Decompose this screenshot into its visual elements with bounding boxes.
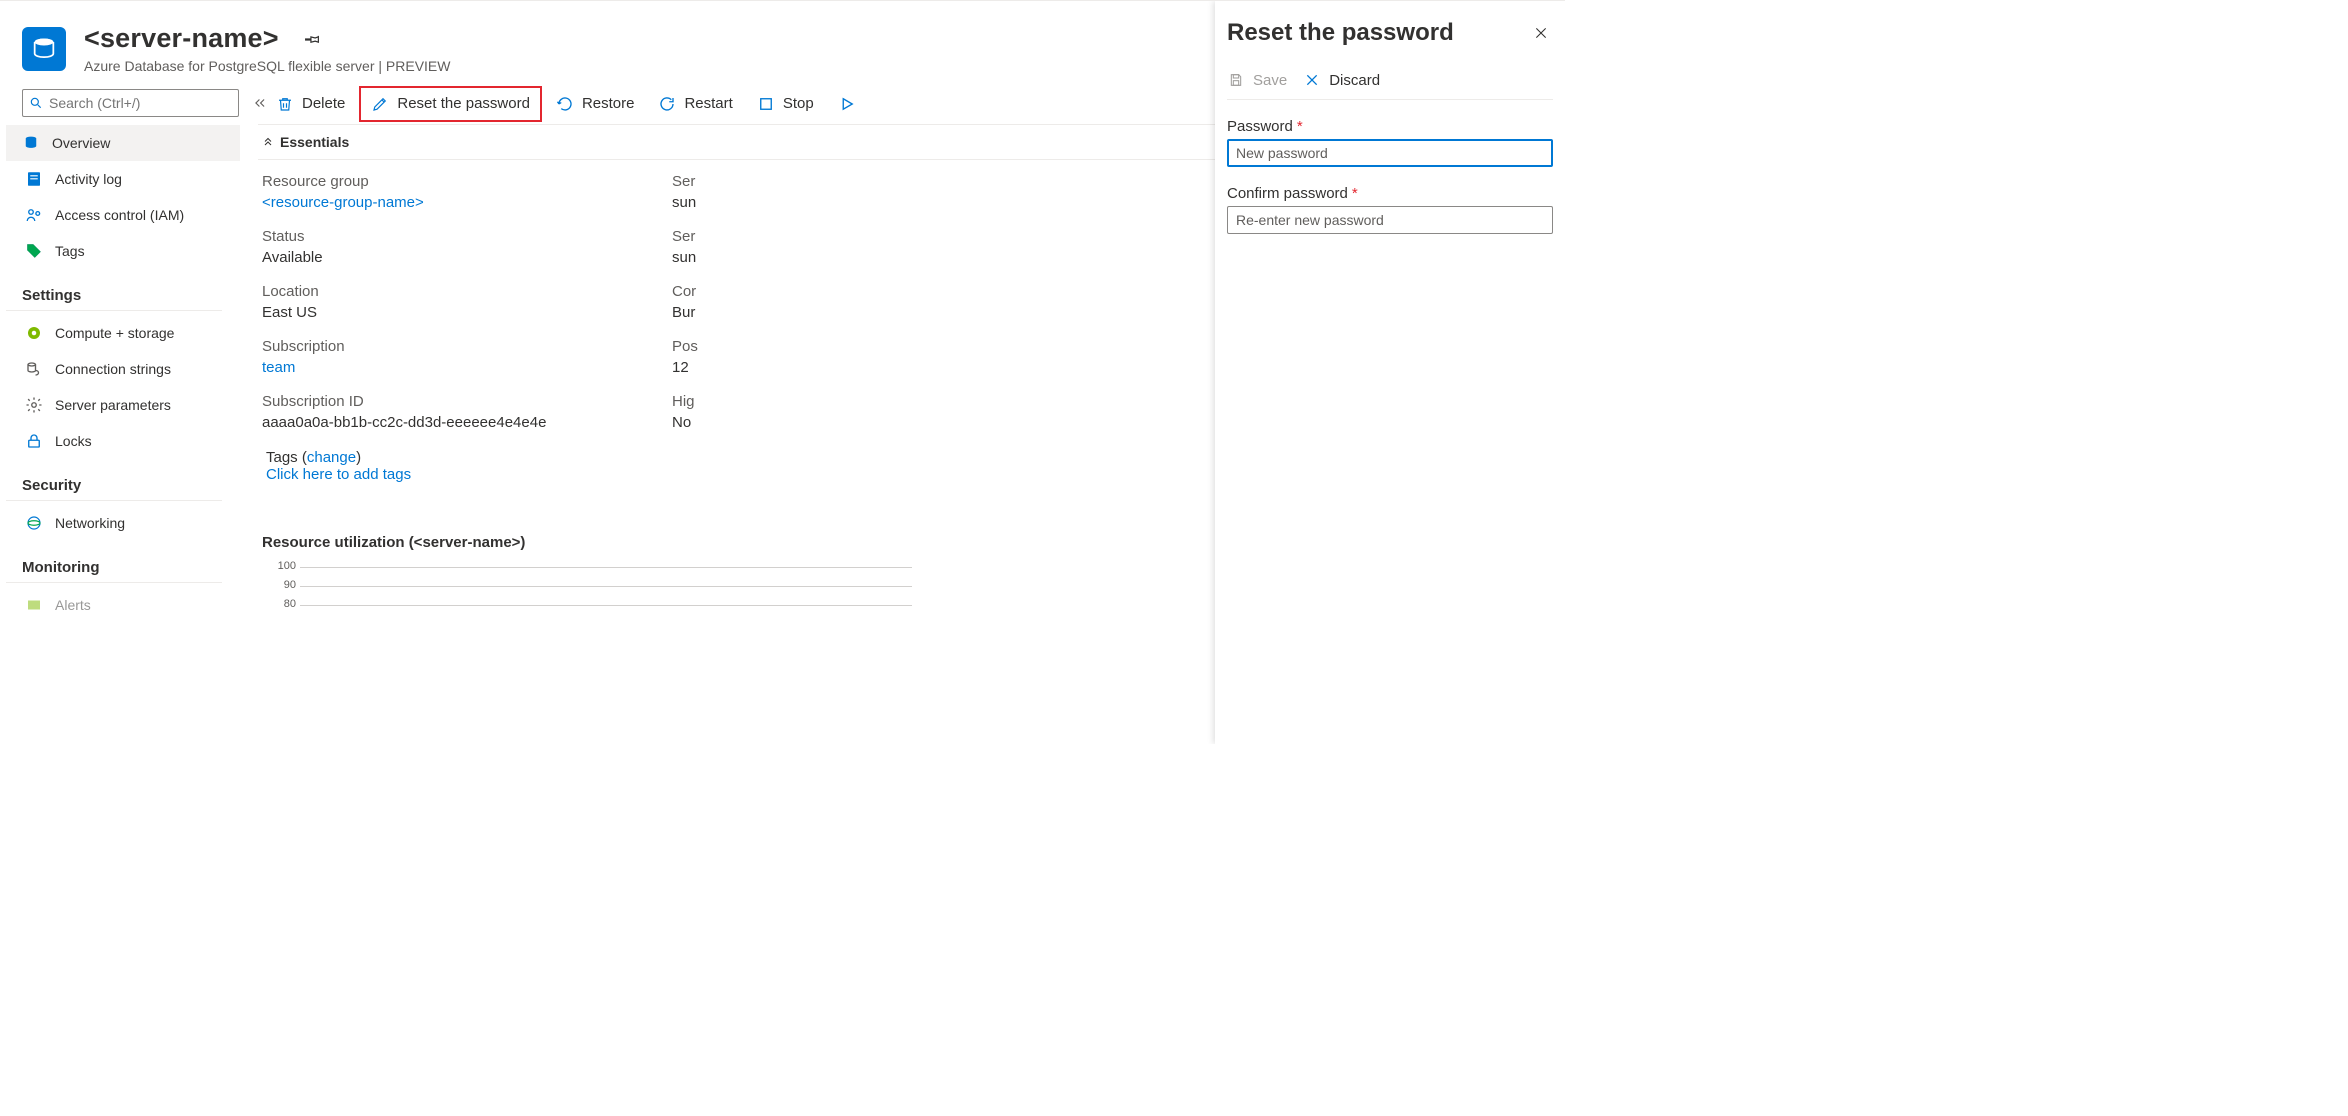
sidebar-item-connection-strings[interactable]: Connection strings [6, 351, 240, 387]
alert-icon [25, 596, 43, 614]
y-tick: 80 [266, 598, 296, 610]
connection-icon [25, 360, 43, 378]
essentials-label: Subscription [262, 338, 672, 355]
sidebar-section-settings: Settings [6, 269, 222, 311]
delete-button[interactable]: Delete [264, 88, 357, 120]
sidebar-item-label: Overview [52, 135, 110, 151]
postgres-small-icon [22, 134, 40, 152]
confirm-password-input[interactable] [1227, 206, 1553, 234]
sidebar-item-label: Server parameters [55, 397, 171, 413]
pin-button[interactable] [297, 24, 327, 54]
tags-change-link[interactable]: change [307, 449, 356, 466]
sidebar-item-alerts[interactable]: Alerts [6, 587, 240, 623]
restart-button[interactable]: Restart [646, 88, 744, 120]
y-tick: 100 [266, 560, 296, 572]
search-input[interactable] [47, 94, 232, 112]
subscription-link[interactable]: team [262, 359, 672, 376]
save-icon [1227, 71, 1245, 89]
log-icon [25, 170, 43, 188]
y-tick: 90 [266, 579, 296, 591]
close-blade-button[interactable] [1529, 21, 1553, 45]
start-button[interactable] [826, 88, 856, 120]
essentials-value: Available [262, 249, 672, 266]
network-icon [25, 514, 43, 532]
play-icon [838, 95, 856, 113]
essentials-value: sun [672, 194, 872, 211]
iam-icon [25, 206, 43, 224]
sidebar-item-label: Access control (IAM) [55, 207, 184, 223]
sidebar-section-monitoring: Monitoring [6, 541, 222, 583]
sidebar-search[interactable] [22, 89, 239, 117]
essentials-label: Location [262, 283, 672, 300]
reset-password-blade: Reset the password Save Discard Password… [1215, 1, 1565, 744]
restart-icon [658, 95, 676, 113]
sidebar-item-label: Alerts [55, 597, 91, 613]
postgres-icon [22, 27, 66, 71]
sidebar-item-locks[interactable]: Locks [6, 423, 240, 459]
resource-group-link[interactable]: <resource-group-name> [262, 194, 672, 211]
tags-icon [25, 242, 43, 260]
sidebar-item-iam[interactable]: Access control (IAM) [6, 197, 240, 233]
essentials-value: aaaa0a0a-bb1b-cc2c-dd3d-eeeeee4e4e4e [262, 414, 672, 431]
password-input[interactable] [1227, 139, 1553, 167]
compute-icon [25, 324, 43, 342]
close-icon [1303, 71, 1321, 89]
page-subtitle: Azure Database for PostgreSQL flexible s… [84, 58, 451, 74]
sidebar-item-label: Locks [55, 433, 92, 449]
sidebar-item-server-parameters[interactable]: Server parameters [6, 387, 240, 423]
restore-icon [556, 95, 574, 113]
restore-button[interactable]: Restore [544, 88, 647, 120]
sidebar-item-label: Activity log [55, 171, 122, 187]
sidebar-item-label: Connection strings [55, 361, 171, 377]
sidebar-item-label: Compute + storage [55, 325, 174, 341]
page-title: <server-name> [84, 23, 279, 54]
blade-title: Reset the password [1227, 19, 1454, 47]
essentials-label: Status [262, 228, 672, 245]
chevron-up-icon [262, 136, 274, 148]
tags-row: Tags (change) Click here to add tags [262, 443, 672, 483]
page-root: <server-name> Azure Database for Postgre… [0, 0, 1565, 744]
essentials-value: East US [262, 304, 672, 321]
essentials-label: Cor [672, 283, 872, 300]
lock-icon [25, 432, 43, 450]
essentials-value: Bur [672, 304, 872, 321]
essentials-label: Subscription ID [262, 393, 672, 410]
save-button[interactable]: Save [1227, 71, 1287, 89]
confirm-password-label: Confirm password* [1227, 185, 1553, 202]
sidebar-item-tags[interactable]: Tags [6, 233, 240, 269]
essentials-label: Ser [672, 173, 872, 190]
essentials-value: sun [672, 249, 872, 266]
sidebar-item-activity-log[interactable]: Activity log [6, 161, 240, 197]
essentials-value: No [672, 414, 872, 431]
essentials-label: Pos [672, 338, 872, 355]
sidebar-item-label: Networking [55, 515, 125, 531]
trash-icon [276, 95, 294, 113]
sidebar-section-security: Security [6, 459, 222, 501]
stop-icon [757, 95, 775, 113]
sidebar-item-compute[interactable]: Compute + storage [6, 315, 240, 351]
tags-add-link[interactable]: Click here to add tags [266, 466, 411, 483]
stop-button[interactable]: Stop [745, 88, 826, 120]
essentials-label: Ser [672, 228, 872, 245]
sidebar-item-overview[interactable]: Overview [6, 125, 240, 161]
essentials-label: Resource group [262, 173, 672, 190]
essentials-label: Hig [672, 393, 872, 410]
essentials-value: 12 [672, 359, 872, 376]
discard-button[interactable]: Discard [1303, 71, 1380, 89]
reset-password-button[interactable]: Reset the password [359, 86, 542, 122]
sidebar: Overview Activity log Access control (IA… [22, 89, 240, 623]
sidebar-item-label: Tags [55, 243, 85, 259]
utilization-chart: 100 90 80 [272, 567, 912, 624]
password-label: Password* [1227, 118, 1553, 135]
pencil-icon [371, 95, 389, 113]
sidebar-item-networking[interactable]: Networking [6, 505, 240, 541]
gear-icon [25, 396, 43, 414]
